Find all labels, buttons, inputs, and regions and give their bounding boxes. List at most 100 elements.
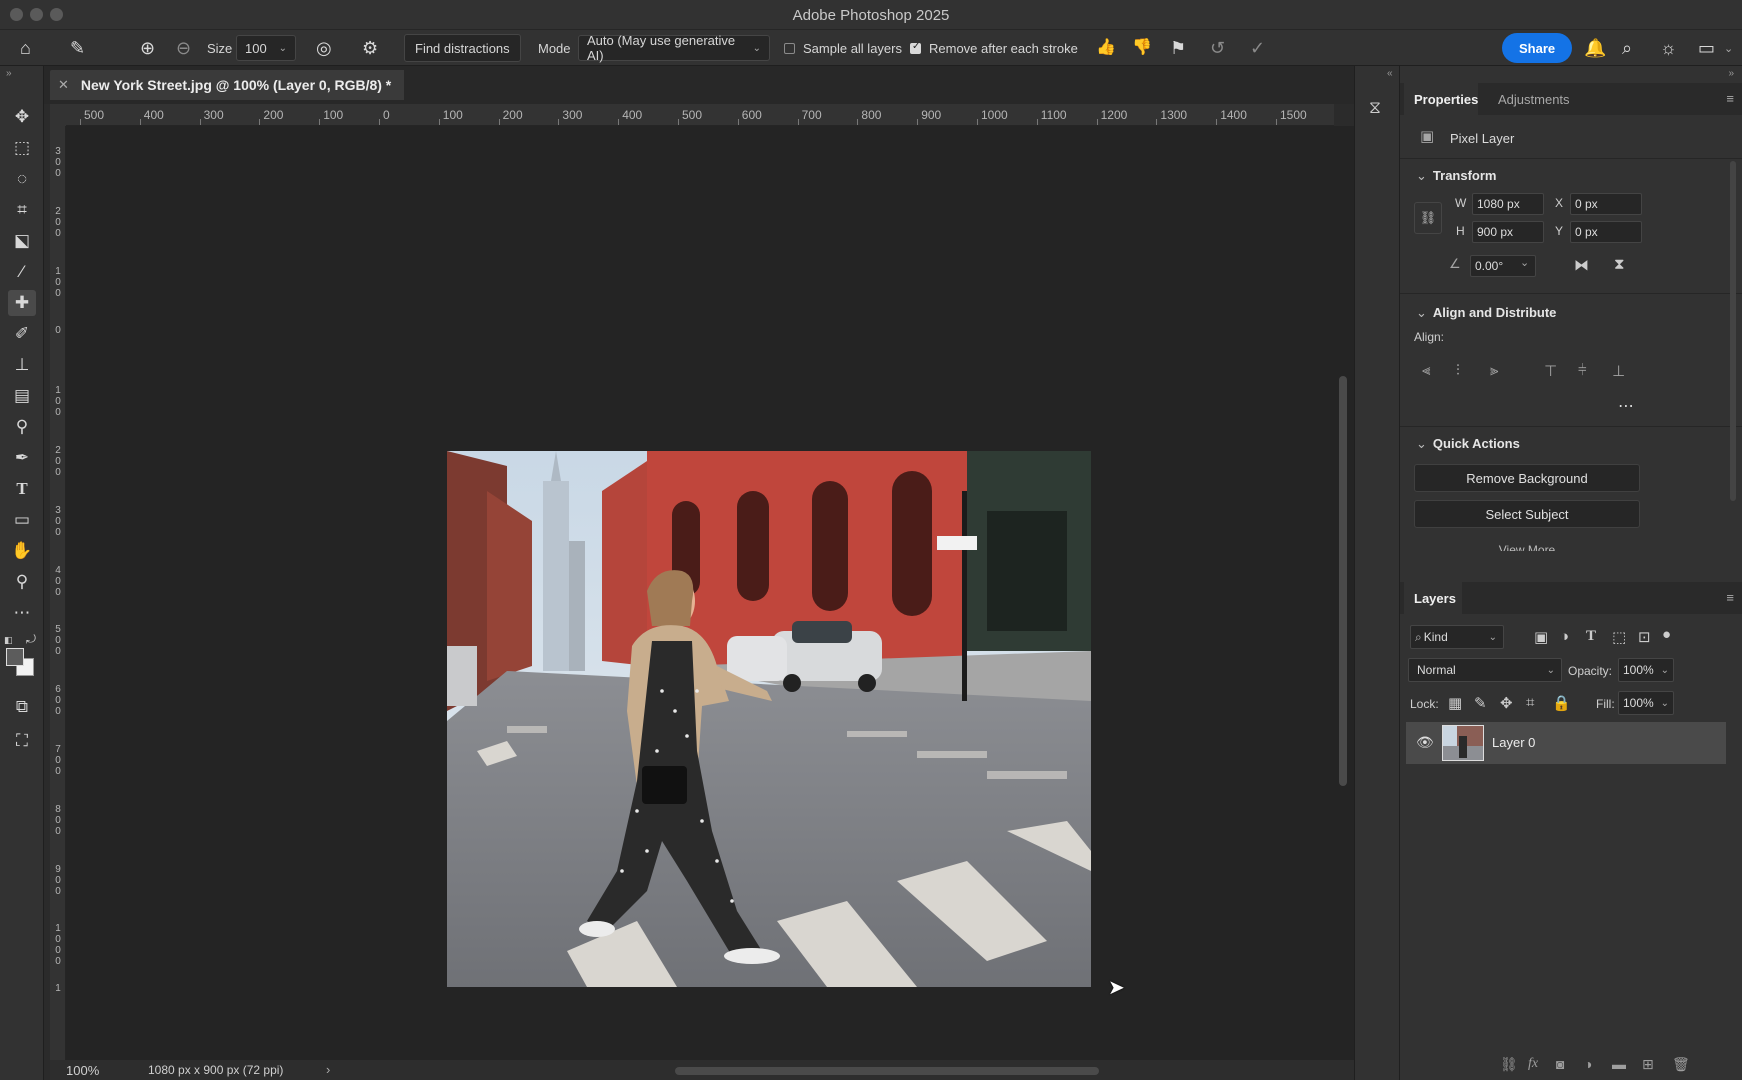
filter-smart-object-icon[interactable]: ⊡ xyxy=(1638,628,1651,646)
chevron-down-icon[interactable]: ⌄ xyxy=(1520,256,1529,269)
lock-position-icon[interactable]: ✥ xyxy=(1500,694,1513,712)
zoom-tool-icon[interactable]: ⚲ xyxy=(8,569,36,595)
commit-check-icon[interactable]: ✓ xyxy=(1250,39,1265,57)
undo-icon[interactable]: ↺ xyxy=(1210,39,1225,57)
flag-icon[interactable]: ⚑ xyxy=(1170,39,1186,57)
blend-mode-select[interactable]: Normal ⌄ xyxy=(1408,658,1562,682)
screen-mode-icon[interactable]: ⧉ xyxy=(8,694,36,720)
align-left-icon[interactable]: ⫷ xyxy=(1422,362,1430,379)
close-tab-icon[interactable]: ✕ xyxy=(58,77,69,93)
subtract-brush-mode-icon[interactable]: ⊖ xyxy=(176,39,191,57)
healing-brush-tool-icon[interactable]: ✚ xyxy=(8,290,36,316)
tab-properties[interactable]: Properties xyxy=(1404,83,1478,115)
swap-colors-icon[interactable]: ⤾ xyxy=(26,632,36,647)
expand-icon[interactable]: » xyxy=(6,68,12,79)
align-center-horizontal-icon[interactable]: ⫶ xyxy=(1456,362,1460,379)
more-tools-icon[interactable]: ⋯ xyxy=(8,600,36,626)
fx-icon[interactable]: fx xyxy=(1528,1056,1538,1072)
foreground-color-swatch[interactable] xyxy=(6,648,24,666)
type-tool-icon[interactable]: T xyxy=(8,476,36,502)
eye-icon[interactable]: 👁 xyxy=(1416,734,1434,751)
workspace-icon[interactable]: ▭ xyxy=(1698,39,1715,57)
collapse-icon[interactable]: « xyxy=(1387,68,1393,79)
lasso-tool-icon[interactable]: ◌ xyxy=(8,166,36,192)
brush-tool-icon[interactable]: ✐ xyxy=(8,321,36,347)
thumbs-down-icon[interactable]: 👎 xyxy=(1132,39,1152,57)
zoom-level[interactable]: 100% xyxy=(66,1063,99,1078)
bell-icon[interactable]: 🔔 xyxy=(1584,39,1606,57)
layer-name[interactable]: Layer 0 xyxy=(1492,735,1535,750)
document-tab[interactable]: ✕ New York Street.jpg @ 100% (Layer 0, R… xyxy=(50,70,404,100)
vertical-scrollbar[interactable] xyxy=(1334,126,1354,1060)
quick-mask-icon[interactable]: ⛶ xyxy=(8,728,36,754)
horizontal-scroll-thumb[interactable] xyxy=(675,1067,1099,1075)
align-top-icon[interactable]: ⊤ xyxy=(1544,362,1557,380)
chevron-down-icon[interactable]: ⌄ xyxy=(1724,42,1733,55)
new-adjustment-layer-icon[interactable]: ◑ xyxy=(1584,1056,1592,1072)
history-panel-icon[interactable]: ⧖ xyxy=(1369,98,1381,118)
dodge-tool-icon[interactable]: ⚲ xyxy=(8,414,36,440)
gear-icon[interactable]: ⚙ xyxy=(362,39,378,57)
share-button[interactable]: Share xyxy=(1502,33,1573,63)
filter-shape-icon[interactable]: ⬚ xyxy=(1612,628,1626,646)
link-layers-icon[interactable]: ⛓ xyxy=(1500,1056,1518,1073)
move-tool-icon[interactable]: ✥ xyxy=(8,104,36,130)
clone-stamp-tool-icon[interactable]: ⊥ xyxy=(8,352,36,378)
size-input[interactable]: 100 ⌄ xyxy=(236,35,296,61)
remove-background-button[interactable]: Remove Background xyxy=(1414,464,1640,492)
sample-all-layers-checkbox[interactable] xyxy=(784,42,795,54)
align-middle-vertical-icon[interactable]: ⫩ xyxy=(1578,362,1587,379)
tab-layers[interactable]: Layers xyxy=(1404,582,1462,614)
lock-all-icon[interactable]: 🔒 xyxy=(1552,694,1571,712)
new-layer-icon[interactable]: ⊞ xyxy=(1642,1056,1654,1073)
add-brush-mode-icon[interactable]: ⊕ xyxy=(140,39,155,57)
remove-after-each-stroke-checkbox[interactable] xyxy=(910,41,921,54)
flip-vertical-icon[interactable]: ⧗ xyxy=(1614,256,1625,273)
filter-pixel-icon[interactable]: ▣ xyxy=(1534,628,1548,646)
quick-actions-section-header[interactable]: Quick Actions xyxy=(1416,436,1520,452)
crop-tool-icon[interactable]: ⌗ xyxy=(8,197,36,223)
opacity-field[interactable]: 100% ⌄ xyxy=(1618,658,1674,682)
lightbulb-icon[interactable]: ☼ xyxy=(1660,39,1677,57)
tab-adjustments[interactable]: Adjustments xyxy=(1488,83,1570,115)
layer-filter-kind-select[interactable]: ⌕ Kind ⌄ xyxy=(1410,625,1504,649)
search-icon[interactable]: ⌕ xyxy=(1622,39,1632,57)
filter-type-icon[interactable]: T xyxy=(1586,628,1596,645)
transform-section-header[interactable]: Transform xyxy=(1416,168,1497,184)
eyedropper-tool-icon[interactable]: ⁄ xyxy=(8,259,36,285)
add-mask-icon[interactable]: ◙ xyxy=(1556,1056,1564,1072)
mode-select[interactable]: Auto (May use generative AI) ⌄ xyxy=(578,33,770,63)
marquee-tool-icon[interactable]: ⬚ xyxy=(8,135,36,161)
width-field[interactable]: 1080 px xyxy=(1472,193,1544,215)
height-field[interactable]: 900 px xyxy=(1472,221,1544,243)
default-colors-icon[interactable]: ◧ xyxy=(4,635,13,646)
fill-field[interactable]: 100% ⌄ xyxy=(1618,691,1674,715)
panel-menu-icon[interactable]: ≡ xyxy=(1726,590,1734,605)
pressure-icon[interactable]: ◎ xyxy=(316,39,332,57)
chevron-right-icon[interactable]: › xyxy=(326,1062,330,1077)
expand-icon[interactable]: » xyxy=(1728,68,1734,79)
rectangle-tool-icon[interactable]: ▭ xyxy=(8,507,36,533)
align-right-icon[interactable]: ⫸ xyxy=(1490,362,1498,379)
lock-transparent-pixels-icon[interactable]: ▦ xyxy=(1448,694,1462,712)
remove-tool-icon[interactable]: ✎ xyxy=(70,39,85,57)
document-image[interactable] xyxy=(447,451,1091,987)
thumbs-up-icon[interactable]: 👍 xyxy=(1096,39,1116,57)
x-field[interactable]: 0 px xyxy=(1570,193,1642,215)
pen-tool-icon[interactable]: ✒ xyxy=(8,445,36,471)
properties-scroll-thumb[interactable] xyxy=(1730,161,1736,501)
filter-toggle-icon[interactable]: ● xyxy=(1662,626,1671,643)
canvas-area[interactable] xyxy=(66,126,1334,1060)
align-bottom-icon[interactable]: ⊥ xyxy=(1612,362,1625,380)
more-options-icon[interactable]: ⋯ xyxy=(1618,396,1634,416)
panel-menu-icon[interactable]: ≡ xyxy=(1726,91,1734,106)
flip-horizontal-icon[interactable]: ⧓ xyxy=(1574,256,1589,274)
lock-image-pixels-icon[interactable]: ✎ xyxy=(1474,694,1487,712)
hand-tool-icon[interactable]: ✋ xyxy=(8,538,36,564)
select-subject-button[interactable]: Select Subject xyxy=(1414,500,1640,528)
trash-icon[interactable]: 🗑 xyxy=(1672,1056,1690,1073)
link-icon[interactable]: ⛓ xyxy=(1414,202,1442,234)
new-group-icon[interactable]: ▬ xyxy=(1612,1056,1626,1072)
layer-row[interactable]: 👁 Layer 0 xyxy=(1406,722,1726,764)
align-section-header[interactable]: Align and Distribute xyxy=(1416,305,1557,321)
